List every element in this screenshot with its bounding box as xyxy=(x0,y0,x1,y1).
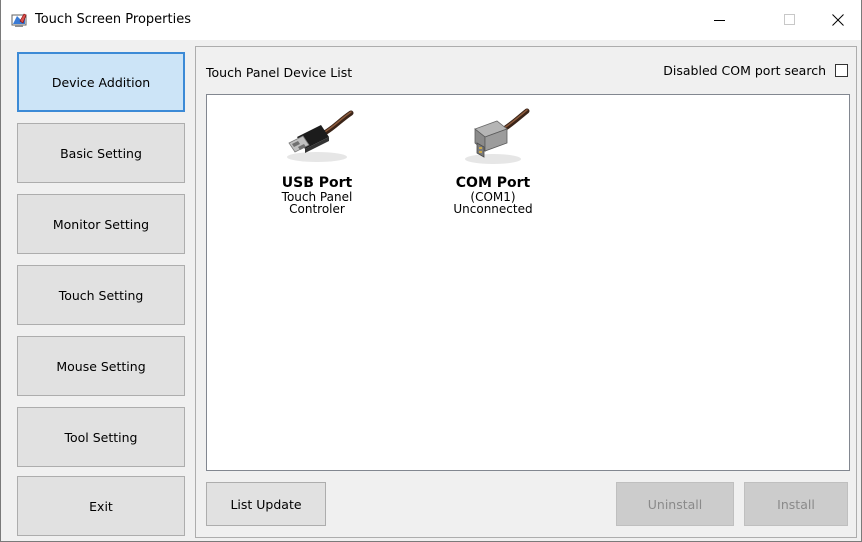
touch-screen-app-icon xyxy=(11,13,27,27)
serial-plug-icon xyxy=(465,108,530,164)
uninstall-label: Uninstall xyxy=(647,496,703,512)
title-bar[interactable]: Touch Screen Properties xyxy=(1,0,861,40)
sidebar-item-label: Monitor Setting xyxy=(52,216,150,232)
usb-port-title: USB Port xyxy=(281,175,353,191)
exit-button[interactable]: Exit xyxy=(17,476,185,536)
window-title: Touch Screen Properties xyxy=(35,12,191,27)
sidebar-item-label: Touch Setting xyxy=(58,287,144,303)
close-icon xyxy=(832,14,844,26)
minimize-button[interactable] xyxy=(697,0,743,40)
device-list-label: Touch Panel Device List xyxy=(206,65,353,80)
sidebar-item-mouse-setting[interactable]: Mouse Setting xyxy=(17,336,185,396)
sidebar-item-label: Exit xyxy=(89,498,113,514)
usb-plug-icon xyxy=(287,110,354,162)
sidebar-item-touch-setting[interactable]: Touch Setting xyxy=(17,265,185,325)
usb-port-line2: Controler xyxy=(289,202,345,216)
maximize-icon xyxy=(784,14,795,25)
com-port-line2: Unconnected xyxy=(453,202,533,216)
uninstall-button[interactable]: Uninstall xyxy=(616,482,734,526)
com-port-search-option[interactable]: Disabled COM port search xyxy=(663,63,848,78)
sidebar-item-label: Device Addition xyxy=(51,74,151,90)
list-update-label: List Update xyxy=(230,496,302,512)
sidebar-item-monitor-setting[interactable]: Monitor Setting xyxy=(17,194,185,254)
com-search-checkbox[interactable] xyxy=(835,64,848,77)
close-button[interactable] xyxy=(815,0,861,40)
sidebar-item-tool-setting[interactable]: Tool Setting xyxy=(17,407,185,467)
sidebar-item-label: Tool Setting xyxy=(64,429,138,445)
list-update-button[interactable]: List Update xyxy=(206,482,326,526)
touch-panel-device-list[interactable]: USB Port Touch Panel Controler COM Port … xyxy=(206,94,850,471)
com-port-title: COM Port xyxy=(455,175,531,191)
sidebar-item-label: Mouse Setting xyxy=(56,358,146,374)
install-label: Install xyxy=(777,496,815,512)
maximize-button[interactable] xyxy=(767,0,813,40)
com-search-label: Disabled COM port search xyxy=(663,63,826,78)
minimize-icon xyxy=(714,20,725,21)
usb-port-device[interactable]: USB Port Touch Panel Controler xyxy=(257,105,377,215)
sidebar-item-device-addition[interactable]: Device Addition xyxy=(17,52,185,112)
install-button[interactable]: Install xyxy=(744,482,848,526)
sidebar-item-label: Basic Setting xyxy=(60,145,142,161)
device-addition-panel: Touch Panel Device List Disabled COM por… xyxy=(195,46,857,538)
sidebar-item-basic-setting[interactable]: Basic Setting xyxy=(17,123,185,183)
properties-window: Touch Screen Properties Device Addition … xyxy=(0,0,862,542)
com-port-device[interactable]: COM Port (COM1) Unconnected xyxy=(433,105,553,215)
